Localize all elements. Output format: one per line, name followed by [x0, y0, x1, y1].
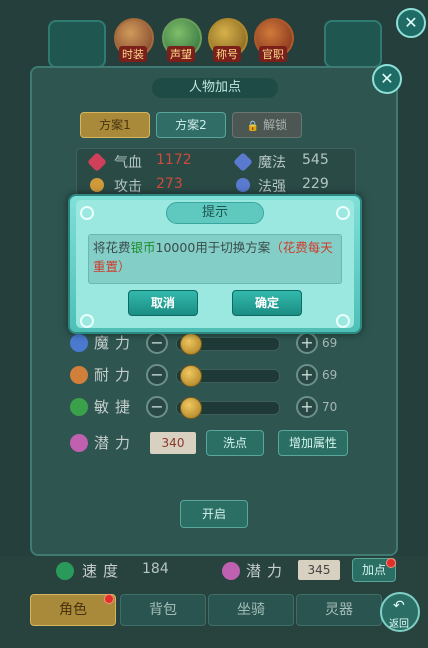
hp-label: 气血 [114, 155, 142, 171]
speed-value: 184 [142, 561, 169, 577]
stamina-slider-knob[interactable] [180, 365, 202, 387]
tab-spirit-artifact[interactable]: 灵器 [296, 594, 382, 626]
footer-potential-label: 潜力 [246, 562, 289, 580]
office-label: 官职 [259, 46, 287, 62]
stamina-attr-icon [70, 366, 88, 384]
dialog-msg-currency: 银币 [130, 240, 156, 255]
agility-plus-button[interactable]: + [296, 396, 318, 418]
back-label: 返回 [389, 619, 409, 630]
corner-ornament-icon [80, 314, 94, 328]
mp-value: 545 [302, 152, 329, 168]
dialog-title: 提示 [166, 202, 264, 224]
potential-label: 潜力 [94, 434, 137, 452]
tab-left-weapon[interactable] [48, 20, 106, 68]
outer-close-button[interactable]: ✕ [396, 8, 426, 38]
stamina-minus-button[interactable]: − [146, 364, 168, 386]
magic-attr-value: 69 [322, 336, 338, 350]
add-attribute-button[interactable]: 增加属性 [278, 430, 348, 456]
speed-icon [56, 562, 74, 580]
attack-value: 273 [156, 176, 183, 192]
tab-right-armor[interactable] [324, 20, 382, 68]
stamina-plus-button[interactable]: + [296, 364, 318, 386]
footer-potential-icon [222, 562, 240, 580]
agility-minus-button[interactable]: − [146, 396, 168, 418]
panel-title: 人物加点 [152, 78, 278, 98]
unlock-scheme-button[interactable]: 🔒 解锁 [232, 112, 302, 138]
magic-plus-button[interactable]: + [296, 332, 318, 354]
scheme-1-tab[interactable]: 方案1 [80, 112, 150, 138]
character-notification-dot [104, 594, 114, 604]
lock-icon: 🔒 [246, 121, 260, 132]
stamina-attr-value: 69 [322, 368, 338, 382]
scheme-2-tab[interactable]: 方案2 [156, 112, 226, 138]
footer-potential-value: 345 [298, 560, 340, 580]
wash-points-button[interactable]: 洗点 [206, 430, 264, 456]
add-point-notification-dot [386, 558, 396, 568]
back-button[interactable]: ↶ 返回 [380, 592, 420, 632]
agility-attr-icon [70, 398, 88, 416]
corner-ornament-icon [80, 206, 94, 220]
title-label: 称号 [213, 46, 241, 62]
panel-close-button[interactable]: ✕ [372, 64, 402, 94]
potential-icon [70, 434, 88, 452]
magic-attr-icon [70, 334, 88, 352]
corner-ornament-icon [336, 314, 350, 328]
costume-label: 时装 [119, 46, 147, 62]
magic-power-value: 229 [302, 176, 329, 192]
magic-power-icon [236, 178, 250, 192]
speed-label: 速度 [82, 562, 125, 580]
mp-label: 魔法 [258, 155, 286, 171]
dialog-msg-part1: 将花费 [93, 240, 131, 255]
reputation-label: 声望 [167, 46, 195, 62]
agility-attr-label: 敏捷 [94, 398, 137, 416]
back-arrow-icon: ↶ [393, 598, 405, 614]
magic-power-label: 法强 [258, 179, 286, 195]
magic-slider-knob[interactable] [180, 333, 202, 355]
stamina-attr-label: 耐力 [94, 366, 137, 384]
corner-ornament-icon [336, 206, 350, 220]
attack-icon [90, 178, 104, 192]
dialog-message: 将花费银币10000用于切换方案（花费每天重置） [88, 234, 342, 284]
tab-mount[interactable]: 坐骑 [208, 594, 294, 626]
cancel-button[interactable]: 取消 [128, 290, 198, 316]
attack-label: 攻击 [114, 179, 142, 195]
open-button[interactable]: 开启 [180, 500, 248, 528]
tab-backpack[interactable]: 背包 [120, 594, 206, 626]
dialog-msg-part2: 10000用于切换方案 [155, 240, 271, 255]
agility-attr-value: 70 [322, 400, 338, 414]
magic-attr-label: 魔力 [94, 334, 137, 352]
hp-value: 1172 [156, 152, 192, 168]
magic-minus-button[interactable]: − [146, 332, 168, 354]
confirm-button[interactable]: 确定 [232, 290, 302, 316]
agility-slider-knob[interactable] [180, 397, 202, 419]
unlock-label: 解锁 [263, 118, 288, 132]
potential-value: 340 [150, 432, 196, 454]
